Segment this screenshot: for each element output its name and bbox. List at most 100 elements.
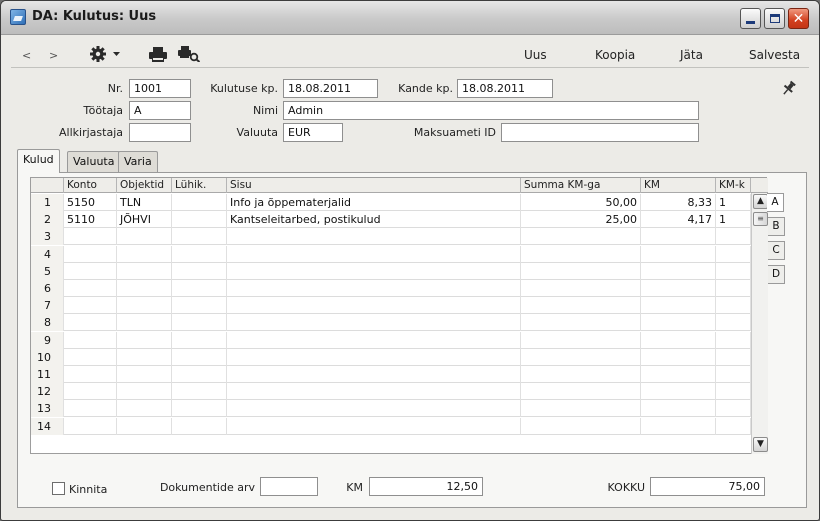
cancel-button[interactable]: Jäta <box>680 48 703 62</box>
description-cell[interactable] <box>227 262 521 280</box>
description-cell[interactable] <box>227 400 521 418</box>
vat-cell[interactable] <box>641 331 716 349</box>
amount-cell[interactable] <box>521 228 641 246</box>
tax-id-field[interactable] <box>501 123 699 142</box>
objects-cell[interactable]: JÕHVI <box>117 211 172 229</box>
vat-cell[interactable] <box>641 280 716 297</box>
amount-cell[interactable]: 25,00 <box>521 211 641 229</box>
name-field[interactable] <box>283 101 699 120</box>
shortcut-cell[interactable] <box>172 366 227 383</box>
amount-cell[interactable] <box>521 417 641 435</box>
description-cell[interactable] <box>227 228 521 246</box>
table-row[interactable]: 5 <box>31 262 751 280</box>
grid-scrollbar[interactable]: ▲ ≡ ▼ <box>751 193 768 454</box>
expense-date-field[interactable] <box>283 79 378 98</box>
table-row[interactable]: 1 5150 TLN Info ja õppematerjalid 50,00 8,33 1 <box>31 194 751 211</box>
account-cell[interactable]: 5110 <box>64 211 117 229</box>
table-row[interactable]: 11 <box>31 366 751 383</box>
signer-field[interactable] <box>129 123 191 142</box>
vat-code-cell[interactable] <box>716 348 751 366</box>
amount-cell[interactable] <box>521 314 641 332</box>
vat-code-cell[interactable] <box>716 417 751 435</box>
table-row[interactable]: 9 <box>31 331 751 349</box>
objects-cell[interactable] <box>117 331 172 349</box>
confirm-checkbox[interactable] <box>52 482 65 495</box>
table-row[interactable]: 10 <box>31 348 751 366</box>
amount-cell[interactable] <box>521 366 641 383</box>
shortcut-cell[interactable] <box>172 228 227 246</box>
grid-page-tab-c[interactable]: C <box>768 241 785 260</box>
new-button[interactable]: Uus <box>524 48 547 62</box>
description-cell[interactable] <box>227 366 521 383</box>
amount-cell[interactable]: 50,00 <box>521 194 641 211</box>
account-cell[interactable] <box>64 383 117 401</box>
next-record-button[interactable]: > <box>49 49 58 62</box>
table-row[interactable]: 3 <box>31 228 751 246</box>
shortcut-cell[interactable] <box>172 348 227 366</box>
description-cell[interactable] <box>227 280 521 297</box>
grid-page-tab-a[interactable]: A <box>767 193 784 212</box>
table-row[interactable]: 8 <box>31 314 751 332</box>
tab-currency[interactable]: Valuuta <box>67 151 121 172</box>
previous-record-button[interactable]: < <box>22 49 31 62</box>
objects-cell[interactable] <box>117 400 172 418</box>
employee-field[interactable] <box>129 101 191 120</box>
vat-code-cell[interactable] <box>716 280 751 297</box>
vat-cell[interactable] <box>641 262 716 280</box>
scroll-thumb[interactable]: ≡ <box>753 212 768 226</box>
copy-button[interactable]: Koopia <box>595 48 635 62</box>
column-header-account[interactable]: Konto <box>64 178 117 193</box>
shortcut-cell[interactable] <box>172 331 227 349</box>
shortcut-cell[interactable] <box>172 280 227 297</box>
shortcut-cell[interactable] <box>172 417 227 435</box>
scroll-up-button[interactable]: ▲ <box>753 194 768 209</box>
objects-cell[interactable] <box>117 228 172 246</box>
vat-cell[interactable] <box>641 348 716 366</box>
description-cell[interactable] <box>227 245 521 263</box>
amount-cell[interactable] <box>521 400 641 418</box>
description-cell[interactable] <box>227 314 521 332</box>
vat-cell[interactable] <box>641 314 716 332</box>
tab-misc[interactable]: Varia <box>118 151 158 172</box>
amount-cell[interactable] <box>521 245 641 263</box>
table-row[interactable]: 7 <box>31 297 751 315</box>
vat-code-cell[interactable] <box>716 331 751 349</box>
vat-cell[interactable] <box>641 383 716 401</box>
printer-icon[interactable] <box>149 47 167 62</box>
tab-expenses[interactable]: Kulud <box>17 149 60 173</box>
account-cell[interactable] <box>64 314 117 332</box>
vat-code-cell[interactable] <box>716 297 751 315</box>
objects-cell[interactable] <box>117 245 172 263</box>
save-button[interactable]: Salvesta <box>749 48 800 62</box>
scroll-down-button[interactable]: ▼ <box>753 437 768 452</box>
column-header-vat-code[interactable]: KM-k <box>716 178 751 193</box>
vat-code-cell[interactable] <box>716 366 751 383</box>
vat-code-cell[interactable] <box>716 400 751 418</box>
shortcut-cell[interactable] <box>172 211 227 229</box>
shortcut-cell[interactable] <box>172 297 227 315</box>
amount-cell[interactable] <box>521 331 641 349</box>
objects-cell[interactable] <box>117 314 172 332</box>
description-cell[interactable]: Info ja õppematerjalid <box>227 194 521 211</box>
vat-code-cell[interactable]: 1 <box>716 211 751 229</box>
account-cell[interactable] <box>64 262 117 280</box>
vat-cell[interactable] <box>641 417 716 435</box>
grid-page-tab-d[interactable]: D <box>768 265 785 284</box>
table-row[interactable]: 4 <box>31 245 751 263</box>
account-cell[interactable] <box>64 331 117 349</box>
account-cell[interactable] <box>64 245 117 263</box>
vat-cell[interactable] <box>641 297 716 315</box>
title-bar[interactable]: DA: Kulutus: Uus ✕ <box>1 1 819 35</box>
objects-cell[interactable]: TLN <box>117 194 172 211</box>
description-cell[interactable] <box>227 297 521 315</box>
vat-code-cell[interactable]: 1 <box>716 194 751 211</box>
account-cell[interactable] <box>64 366 117 383</box>
shortcut-cell[interactable] <box>172 383 227 401</box>
print-preview-icon[interactable] <box>178 46 200 62</box>
shortcut-cell[interactable] <box>172 314 227 332</box>
description-cell[interactable] <box>227 417 521 435</box>
vat-code-cell[interactable] <box>716 314 751 332</box>
amount-cell[interactable] <box>521 383 641 401</box>
column-header-shortcut[interactable]: Lühik. <box>172 178 227 193</box>
grid-page-tab-b[interactable]: B <box>768 217 785 236</box>
